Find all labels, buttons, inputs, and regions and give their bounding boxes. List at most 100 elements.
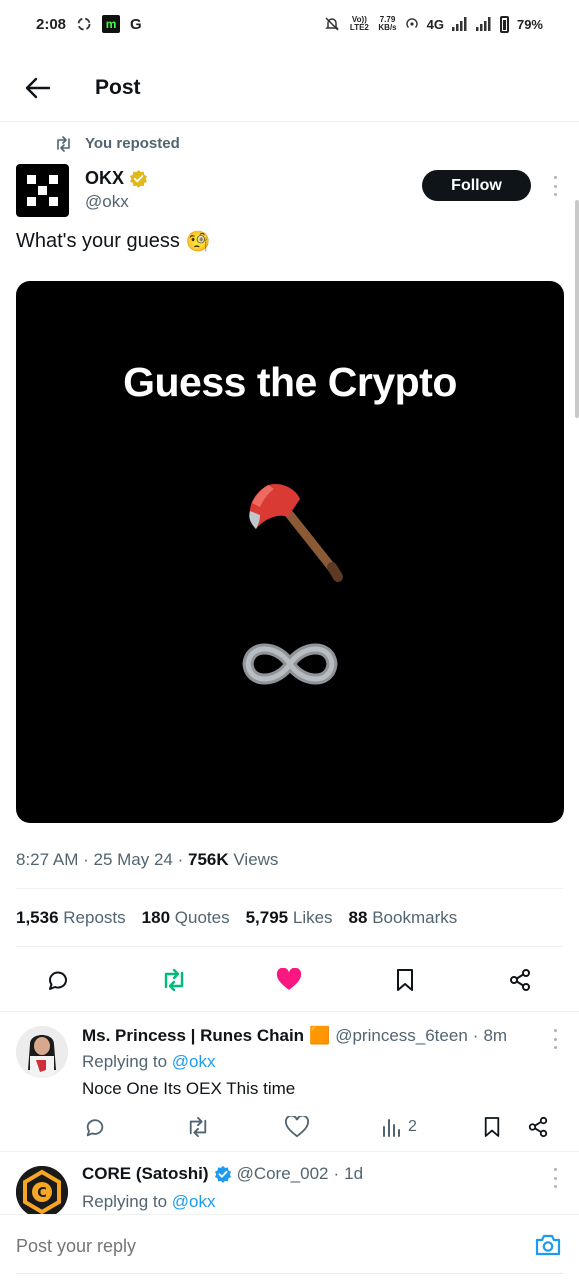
post-media[interactable]: Guess the Crypto [16, 281, 564, 823]
monocle-face-emoji: 🧐 [185, 231, 211, 253]
reply-actions: 2 [0, 1112, 579, 1142]
reply-author-name[interactable]: Ms. Princess | Runes Chain [82, 1026, 304, 1046]
reply-bookmark-button[interactable] [483, 1112, 501, 1142]
verified-gold-icon [130, 169, 147, 188]
reply-author-handle[interactable]: @Core_002 [237, 1164, 329, 1184]
bookmark-button[interactable] [387, 962, 423, 998]
post-time: 8:27 AM [16, 850, 79, 869]
status-time: 2:08 [36, 15, 67, 33]
top-bar: Post [0, 54, 579, 122]
reply-more-icon[interactable] [547, 1029, 563, 1049]
views-label[interactable]: Views [233, 850, 278, 869]
post-actions [0, 962, 579, 998]
repost-icon [57, 135, 70, 152]
repost-indicator[interactable]: You reposted [54, 135, 180, 152]
reply-input-underline [16, 1273, 563, 1274]
reply-input[interactable] [16, 1229, 516, 1263]
reply-icon [49, 971, 67, 990]
replying-to-link[interactable]: @okx [172, 1052, 216, 1071]
reply-text: Noce One Its OEX This time [82, 1079, 296, 1098]
network-speed: 7.79 KB/s [378, 16, 396, 32]
arrow-left-icon [25, 77, 51, 98]
post-timestamp: 8:27 AM · 25 May 24 · 756K Views [16, 850, 279, 869]
reply-like-button[interactable] [285, 1112, 309, 1142]
heart-filled-icon [276, 968, 302, 990]
media-title: Guess the Crypto [123, 359, 457, 405]
reply-author-handle[interactable]: @princess_6teen [335, 1026, 468, 1046]
analytics-icon [383, 1119, 400, 1137]
page-title: Post [95, 75, 141, 99]
battery-percent: 79% [516, 16, 543, 32]
logo-square [27, 175, 36, 184]
author-handle[interactable]: @okx [85, 192, 129, 212]
stat-bookmarks[interactable]: 88 Bookmarks [349, 908, 458, 928]
infinity-icon [242, 643, 338, 685]
post-date: 25 May 24 [93, 850, 173, 869]
reply-share-button[interactable] [527, 1112, 549, 1142]
follow-button[interactable]: Follow [422, 170, 531, 201]
reply-views-button[interactable]: 2 [382, 1112, 417, 1142]
replying-to-link[interactable]: @okx [172, 1192, 216, 1211]
bookmark-icon [397, 969, 413, 991]
camera-button[interactable] [535, 1233, 561, 1262]
more-options-icon[interactable] [547, 174, 563, 198]
app-badge-icon: m [102, 15, 121, 33]
author-name: OKX [85, 168, 125, 188]
stat-reposts[interactable]: 1,536 Reposts [16, 908, 126, 928]
hotspot-icon [405, 18, 418, 28]
stat-quotes[interactable]: 180 Quotes [142, 908, 230, 928]
logo-square [49, 175, 58, 184]
reply-icon [86, 1119, 104, 1137]
logo-square [27, 197, 36, 206]
avatar-photo [16, 1026, 68, 1078]
like-button[interactable] [271, 962, 307, 998]
battery-icon [499, 15, 509, 33]
back-button[interactable] [0, 54, 76, 121]
reply-reply-button[interactable] [84, 1112, 106, 1142]
post-text: What's your guess 🧐 [16, 229, 211, 254]
repost-active-icon [164, 969, 184, 991]
lte-label: Vo)) LTE2 [349, 15, 369, 32]
repost-button[interactable] [156, 962, 192, 998]
sync-icon [77, 17, 91, 31]
reply-button[interactable] [40, 962, 76, 998]
divider [16, 946, 563, 947]
views-count[interactable]: 756K [188, 850, 229, 869]
share-icon [528, 1116, 548, 1138]
replying-to: Replying to @okx [82, 1192, 216, 1211]
reply-header: Ms. Princess | Runes Chain 🟧 @princess_6… [82, 1026, 508, 1046]
reply-author-name[interactable]: CORE (Satoshi) [82, 1164, 209, 1184]
axe-icon [249, 483, 343, 582]
repost-label: You reposted [85, 135, 180, 152]
logo-square [49, 197, 58, 206]
reply-repost-button[interactable] [186, 1112, 210, 1142]
share-button[interactable] [502, 962, 538, 998]
verified-blue-icon [214, 1165, 231, 1183]
scrollbar[interactable] [575, 200, 579, 418]
repost-icon [189, 1117, 207, 1137]
author-name-row[interactable]: OKX [85, 168, 148, 189]
svg-text:C: C [37, 1186, 47, 1201]
reply-avatar[interactable]: C [16, 1166, 68, 1214]
reply-bar [0, 1214, 579, 1280]
post-author: OKX @okx Follow [16, 164, 563, 218]
author-avatar[interactable] [16, 164, 69, 217]
divider [16, 888, 563, 889]
signal-icon [451, 17, 467, 31]
status-bar: 2:08 m G Vo)) LTE2 7.79 KB/s 4G 79% [0, 0, 579, 48]
reply-time: 1d [344, 1164, 364, 1183]
reply-item[interactable]: C CORE (Satoshi) @Core_002 · 1d Replying… [0, 1152, 579, 1214]
google-icon: G [130, 15, 142, 33]
camera-icon [535, 1234, 561, 1256]
signal-2-icon [475, 17, 491, 31]
reply-header: CORE (Satoshi) @Core_002 · 1d [82, 1164, 364, 1184]
stat-likes[interactable]: 5,795 Likes [246, 908, 333, 928]
reply-more-icon[interactable] [547, 1168, 563, 1188]
speed-unit: KB/s [378, 23, 397, 32]
network-type: 4G [426, 16, 444, 32]
reply-item[interactable]: Ms. Princess | Runes Chain 🟧 @princess_6… [0, 1011, 579, 1151]
reply-views-count: 2 [408, 1118, 417, 1135]
heart-icon [285, 1116, 309, 1138]
reply-avatar[interactable] [16, 1026, 68, 1078]
post-text-content: What's your guess [16, 230, 180, 252]
